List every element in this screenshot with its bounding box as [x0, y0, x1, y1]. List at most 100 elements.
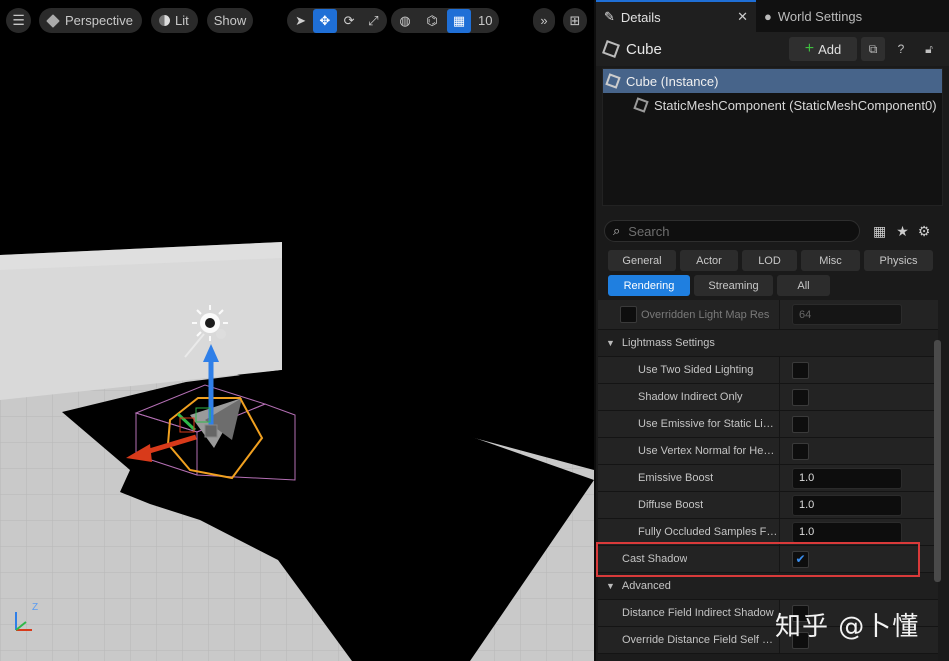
viewport-scene[interactable]: Z [0, 0, 594, 661]
viewport-menu-button[interactable]: ☰ [6, 8, 31, 33]
diffuse-boost-input[interactable]: 1.0 [792, 494, 902, 516]
grid-snap-icon[interactable]: ▦ [447, 8, 471, 33]
occluded-samples-value: 1.0 [799, 526, 815, 538]
occluded-samples-input[interactable]: 1.0 [792, 521, 902, 543]
property-label: Shadow Indirect Only [638, 391, 743, 403]
search-icon: ⌕ [613, 223, 621, 238]
scale-mode-icon[interactable]: ⤢ [362, 9, 385, 33]
category-label: Lightmass Settings [621, 337, 715, 349]
add-component-button[interactable]: + Add [789, 37, 857, 61]
lit-label: Lit [175, 13, 189, 28]
select-mode-icon[interactable]: ➤ [289, 9, 312, 33]
layout-grid-icon: ⊞ [569, 12, 581, 28]
filter-general[interactable]: General [608, 250, 676, 271]
help-button[interactable]: ? [889, 37, 913, 61]
translate-mode-icon[interactable]: ✥ [313, 8, 337, 33]
filter-rendering-label: Rendering [623, 279, 675, 292]
tab-details[interactable]: ✎ Details ✕ [596, 0, 756, 32]
table-view-icon[interactable]: ▦ [873, 223, 886, 240]
cast-shadow-checkbox[interactable]: ✔ [792, 550, 809, 568]
rotate-mode-icon[interactable]: ⟳ [338, 9, 361, 33]
filter-misc[interactable]: Misc [801, 250, 860, 271]
cube-view-icon [46, 13, 60, 28]
layout-button[interactable]: ⊞ [563, 8, 587, 33]
property-label: Cast Shadow [622, 553, 688, 565]
plus-icon: + [804, 40, 815, 57]
shadow-indirect-checkbox[interactable] [792, 388, 809, 406]
globe-icon: ● [764, 8, 772, 24]
surface-snap-icon[interactable]: ⌬ [420, 9, 444, 33]
snap-toolbar: ◍ ⌬ ▦ 10 [391, 8, 499, 33]
filter-actor-label: Actor [696, 254, 722, 267]
tab-details-label: Details [620, 9, 661, 25]
vertex-normal-checkbox[interactable] [792, 442, 809, 460]
emissive-static-checkbox[interactable] [792, 415, 809, 433]
property-overridden-lightmap-res: Overridden Light Map Res 64 [598, 300, 938, 330]
property-label: Diffuse Boost [638, 499, 704, 511]
property-label: Emissive Boost [638, 472, 714, 484]
filter-all[interactable]: All [777, 275, 830, 296]
property-label: Use Vertex Normal for Hemisphere Gather [638, 445, 779, 457]
filter-streaming[interactable]: Streaming [694, 275, 773, 296]
hierarchy-row-instance[interactable]: Cube (Instance) [603, 69, 942, 93]
world-space-icon[interactable]: ◍ [393, 9, 417, 33]
property-two-sided-lighting: Use Two Sided Lighting [598, 357, 938, 384]
two-sided-checkbox[interactable] [792, 361, 809, 379]
transform-toolbar: ➤ ✥ ⟳ ⤢ [287, 8, 387, 33]
perspective-button[interactable]: Perspective [39, 8, 142, 33]
property-label: Override Distance Field Self Shadow Bias [622, 634, 779, 646]
override-lightmap-checkbox[interactable] [620, 306, 637, 323]
hierarchy-instance-label: Cube (Instance) [626, 73, 719, 89]
blueprint-icon: ⧉ [868, 41, 878, 56]
lock-button[interactable]: 🔓︎ [917, 37, 941, 61]
show-button[interactable]: Show [207, 8, 253, 33]
close-icon[interactable]: ✕ [737, 9, 748, 25]
watermark: 知乎 @卜懂 [775, 612, 920, 642]
blueprint-button[interactable]: ⧉ [861, 37, 885, 61]
cube-actor-icon [602, 40, 620, 58]
filter-physics[interactable]: Physics [864, 250, 933, 271]
property-vertex-normal: Use Vertex Normal for Hemisphere Gather [598, 438, 938, 465]
property-scrollbar[interactable] [934, 340, 941, 582]
grid-snap-value[interactable]: 10 [474, 13, 496, 28]
emissive-boost-value: 1.0 [799, 472, 815, 484]
hierarchy-row-static-mesh[interactable]: StaticMeshComponent (StaticMeshComponent… [603, 93, 942, 117]
tab-world-settings[interactable]: ● World Settings [756, 0, 870, 32]
lit-button[interactable]: Lit [151, 8, 198, 33]
add-label: Add [818, 41, 842, 57]
search-input[interactable]: ⌕ Search [604, 220, 860, 242]
gear-icon[interactable]: ⚙ [918, 223, 931, 240]
emissive-boost-input[interactable]: 1.0 [792, 467, 902, 489]
filter-misc-label: Misc [819, 254, 842, 267]
search-row: ⌕ Search ▦ ★ ⚙ [596, 216, 949, 246]
chevron-right-double-icon: » [540, 13, 548, 28]
property-diffuse-boost: Diffuse Boost 1.0 [598, 492, 938, 519]
category-lightmass-settings[interactable]: ▼ Lightmass Settings [598, 330, 938, 357]
filter-lod-label: LOD [758, 254, 781, 267]
filter-rendering[interactable]: Rendering [608, 275, 690, 296]
filter-actor[interactable]: Actor [680, 250, 738, 271]
filter-streaming-label: Streaming [708, 279, 759, 292]
checkmark-icon: ✔ [795, 552, 806, 566]
lightmap-res-input[interactable]: 64 [792, 304, 902, 325]
details-panel: ✎ Details ✕ ● World Settings Cube + Add … [594, 0, 949, 661]
filter-lod[interactable]: LOD [742, 250, 797, 271]
hierarchy-static-mesh-label: StaticMeshComponent (StaticMeshComponent… [654, 97, 937, 113]
perspective-label: Perspective [65, 13, 133, 28]
filter-general-label: General [622, 254, 662, 267]
property-label: Distance Field Indirect Shadow [622, 607, 774, 619]
panel-tabbar: ✎ Details ✕ ● World Settings [596, 0, 949, 32]
lightmap-res-value: 64 [799, 308, 812, 321]
property-occluded-samples: Fully Occluded Samples Fraction 1.0 [598, 519, 938, 546]
category-advanced[interactable]: ▼ Advanced [598, 573, 938, 600]
axis-z-label: Z [32, 602, 38, 613]
star-icon[interactable]: ★ [896, 223, 909, 240]
property-shadow-indirect-only: Shadow Indirect Only [598, 384, 938, 411]
more-options-button[interactable]: » [533, 8, 555, 33]
level-viewport[interactable]: Z ☰ Perspective Lit Show ➤ ✥ ⟳ ⤢ ◍ ⌬ ▦ 1… [0, 0, 594, 661]
hamburger-icon: ☰ [12, 12, 25, 28]
details-pencil-icon: ✎ [604, 9, 615, 24]
chevron-down-icon: ▼ [606, 581, 615, 591]
actor-header: Cube + Add ⧉ ? 🔓︎ [596, 32, 949, 66]
filter-all-label: All [797, 279, 810, 292]
